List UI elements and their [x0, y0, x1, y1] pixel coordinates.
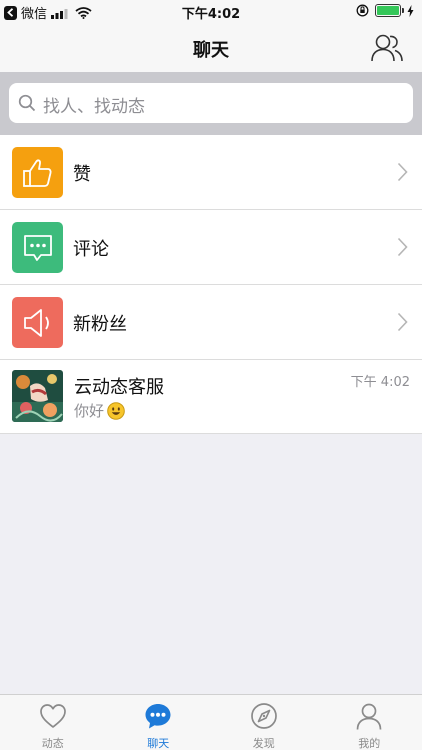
list-item-label: 新粉丝 — [73, 314, 127, 335]
tab-profile[interactable]: 我的 — [317, 695, 422, 750]
comment-icon — [23, 234, 52, 261]
chevron-right-icon — [397, 312, 408, 332]
new-followers-tile — [12, 297, 63, 348]
list-item-label: 赞 — [73, 164, 91, 185]
likes-tile — [12, 147, 63, 198]
tab-discover[interactable]: 发现 — [211, 695, 317, 750]
speaker-icon — [23, 308, 49, 337]
chevron-right-icon — [397, 162, 408, 182]
avatar — [12, 370, 63, 422]
status-bar: 微信 下午4:02 — [0, 0, 422, 24]
search-placeholder: 找人、找动态 — [43, 97, 145, 117]
search-icon — [18, 94, 36, 112]
chat-preview: 你好 — [74, 400, 125, 421]
heart-icon — [39, 704, 66, 728]
chat-time: 下午 4:02 — [350, 375, 410, 390]
tab-label: 发现 — [252, 737, 275, 750]
status-right — [356, 4, 414, 17]
tab-label: 我的 — [358, 737, 381, 750]
rotation-lock-icon — [356, 4, 369, 17]
chat-name: 云动态客服 — [74, 377, 164, 398]
message-list: 赞 评论 新粉丝 云动态客服 下午 4:02 你好 — [0, 135, 422, 434]
navigation-bar: 聊天 — [0, 24, 422, 72]
tab-label: 动态 — [41, 737, 64, 750]
battery-icon — [375, 4, 404, 17]
search-input[interactable]: 找人、找动态 — [9, 83, 413, 123]
battery-level — [377, 6, 399, 15]
chat-message: 你好 — [74, 402, 105, 420]
person-icon — [356, 703, 382, 730]
compass-icon — [250, 703, 277, 729]
tab-bar: 动态 聊天 发现 我的 — [0, 694, 422, 750]
tab-chat[interactable]: 聊天 — [106, 695, 212, 750]
comments-tile — [12, 222, 63, 273]
smile-emoji-icon — [107, 401, 125, 420]
tab-feed[interactable]: 动态 — [0, 695, 106, 750]
list-item-new-followers[interactable]: 新粉丝 — [0, 285, 422, 360]
tab-label: 聊天 — [147, 737, 170, 750]
chat-item-customer-service[interactable]: 云动态客服 下午 4:02 你好 — [0, 360, 422, 434]
charging-icon — [407, 4, 414, 17]
page-title: 聊天 — [193, 40, 229, 61]
chat-bubble-icon — [145, 704, 171, 729]
contacts-button[interactable] — [370, 32, 404, 64]
list-item-comments[interactable]: 评论 — [0, 210, 422, 285]
search-area: 找人、找动态 — [0, 72, 422, 135]
chevron-right-icon — [397, 237, 408, 257]
list-item-label: 评论 — [73, 239, 109, 260]
list-item-likes[interactable]: 赞 — [0, 135, 422, 210]
thumbs-up-icon — [22, 158, 52, 187]
contacts-icon — [371, 34, 403, 62]
